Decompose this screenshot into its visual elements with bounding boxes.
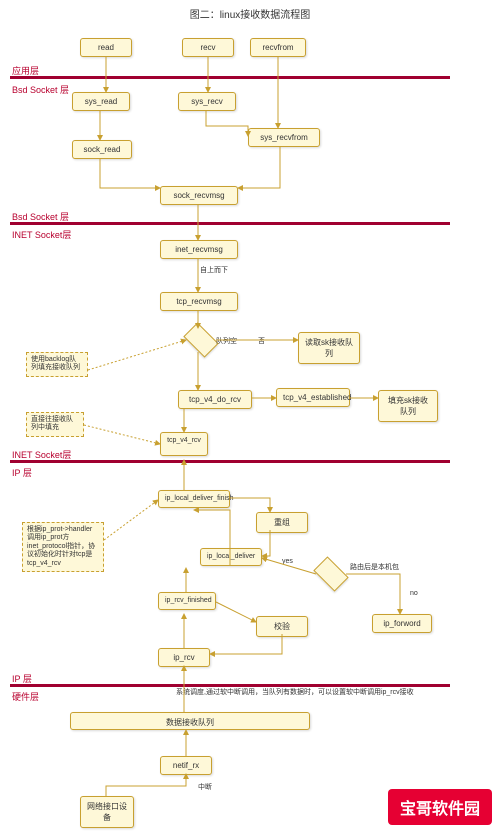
note-direct-fill: 直接往接收队列中填充 [26,412,84,437]
layer-ip1: IP 层 [12,466,32,479]
node-inet-recvmsg: inet_recvmsg [160,240,238,259]
node-recvfrom: recvfrom [250,38,306,57]
decision-route-local [313,556,348,591]
ann-queue-empty: 队列空 [216,336,237,346]
node-sock-recvmsg: sock_recvmsg [160,186,238,205]
node-checksum: 校验 [256,616,308,637]
node-tcp-v4-rcv: tcp_v4_rcv [160,432,208,456]
layer-line-ip [10,684,450,687]
ann-softirq: 系统调度,通过软中断调用，当队列有数据时，可以设置软中断调用ip_rcv接收 [176,688,436,697]
layer-line-bsd [10,222,450,225]
node-ip-rcv-finished: ip_rcv_finished [158,592,216,610]
node-ip-rcv: ip_rcv [158,648,210,667]
node-read-sk-queue: 读取sk接收队列 [298,332,360,364]
node-rx-queue: 数据接收队列 [70,712,310,730]
ann-topdown: 自上而下 [200,265,228,275]
node-read: read [80,38,132,57]
ann-interrupt: 中断 [198,782,212,792]
node-ip-local-deliver-finish: ip_local_deliver_finish [158,490,230,508]
ann-no2: no [410,590,418,597]
node-ip-forward: ip_forword [372,614,432,633]
node-netif-rx: netif_rx [160,756,212,775]
ann-no: 否 [258,336,265,346]
layer-line-inet [10,460,450,463]
ann-yes: yes [282,558,293,565]
ann-route-local: 路由后是本机包 [350,562,410,572]
node-ip-local-deliver: ip_local_deliver [200,548,262,566]
node-nic: 网络接口设备 [80,796,134,828]
layer-hw: 硬件层 [12,690,39,703]
node-sys-recvfrom: sys_recvfrom [248,128,320,147]
node-tcp-v4-established: tcp_v4_established [276,388,350,407]
note-ip-prot: 根据ip_prot->handler调用ip_prot方inet_protoco… [22,522,104,572]
node-sock-read: sock_read [72,140,132,159]
note-backlog: 使用backlog队列填充接收队列 [26,352,88,377]
decision-queue-empty [183,322,218,357]
layer-inet1: INET Socket层 [12,228,71,241]
node-tcp-recvmsg: tcp_recvmsg [160,292,238,311]
node-sys-recv: sys_recv [178,92,236,111]
layer-line-app [10,76,450,79]
node-recv: recv [182,38,234,57]
layer-bsd1: Bsd Socket 层 [12,83,69,96]
diagram-title: 图二：linux接收数据流程图 [0,0,500,27]
node-sys-read: sys_read [72,92,130,111]
node-fill-sk-queue: 填充sk接收队列 [378,390,438,422]
watermark: 宝哥软件园 [388,789,492,825]
node-reassemble: 重组 [256,512,308,533]
node-tcp-v4-do-rcv: tcp_v4_do_rcv [178,390,252,409]
